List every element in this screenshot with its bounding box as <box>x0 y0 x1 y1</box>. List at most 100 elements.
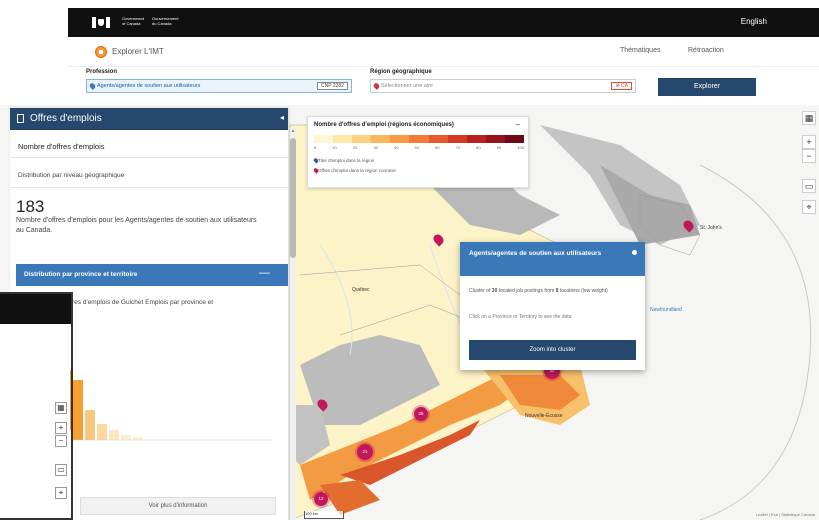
profession-input[interactable]: Agents/agentes de soutien aux utilisateu… <box>86 79 352 93</box>
layers-icon[interactable]: ▭ <box>802 179 816 193</box>
explore-button[interactable]: Explorer <box>658 78 756 96</box>
province-distribution-text: res d'emplois de Guichet Emplois par pro… <box>72 299 214 306</box>
legend-row-region: Titre d'emploi dans la région <box>312 157 375 164</box>
legend-swatch <box>371 135 391 143</box>
collapse-panel-icon[interactable]: ◂ <box>280 113 284 122</box>
search-bar: Profession Agents/agentes de soutien aux… <box>68 67 819 105</box>
zoom-cluster-button[interactable]: Zoom into cluster <box>469 340 636 360</box>
section-distribution-title[interactable]: Distribution par niveau géographique <box>10 164 288 188</box>
panel-title: Offres d'emplois <box>30 113 102 124</box>
popup-header: Agents/agentes de soutien aux utilisateu… <box>460 242 645 276</box>
legend-tick: 90 <box>496 145 502 150</box>
language-toggle-link[interactable]: English <box>741 17 767 26</box>
zoom-in-button[interactable]: + <box>55 422 67 434</box>
legend-tick: 50 <box>414 145 419 150</box>
legend-swatch <box>409 135 429 143</box>
region-input[interactable]: Sélectionner une aire ⊗ CA <box>370 79 636 93</box>
zoom-out-button[interactable]: − <box>802 149 816 163</box>
inset-screenshot: ▦ + − ▭ ⌖ <box>0 292 73 520</box>
panel-header: Offres d'emplois ◂ <box>10 108 288 130</box>
job-count-description: Nombre d'offres d'emplois pour les Agent… <box>16 217 257 234</box>
map-scale: 100 km <box>304 511 344 519</box>
legend-tick: 40 <box>393 145 399 150</box>
map-label-st-johns: St. John's <box>700 225 722 231</box>
chart-bar <box>109 430 119 440</box>
locate-icon[interactable]: ⌖ <box>802 200 816 214</box>
popup-hint: Click on a Province or Territory to see … <box>469 314 572 320</box>
government-bar: Government of Canada Gouvernement du Canad… <box>68 8 819 37</box>
legend-swatch <box>447 135 467 143</box>
legend-collapse-button[interactable]: – <box>516 120 520 129</box>
nav-thematiques[interactable]: Thématiques <box>620 47 660 54</box>
legend-tick: 60 <box>435 145 440 150</box>
canada-flag-icon <box>92 17 110 28</box>
legend-tick: 30 <box>373 145 378 150</box>
legend-swatch <box>428 135 448 143</box>
legend-swatch <box>390 135 410 143</box>
see-more-button[interactable]: Voir plus d'information <box>80 497 276 515</box>
popup-title: Agents/agentes de soutien aux utilisateu… <box>469 250 602 257</box>
locate-icon[interactable]: ⌖ <box>55 487 67 499</box>
map-legend: Nombre d'offres d'emploi (régions économ… <box>307 116 529 188</box>
gov-wordmark-en: Government of Canada <box>122 16 145 26</box>
app-header: Explorer L'IMT Thématiques Rétroaction <box>68 37 819 67</box>
profession-label: Profession <box>86 69 118 75</box>
chart-bar <box>85 410 95 440</box>
popup-body: Cluster of 30 located job postings from … <box>469 288 608 294</box>
province-distribution-title: Distribution par province et territoire <box>24 271 138 278</box>
legend-swatch <box>504 135 525 143</box>
brand-title[interactable]: Explorer L'IMT <box>112 47 164 56</box>
legend-swatch <box>485 135 505 143</box>
chart-bar <box>133 437 143 440</box>
region-placeholder: Sélectionner une aire <box>381 83 433 89</box>
map-cluster-marker[interactable]: 12 <box>312 490 330 508</box>
chart-bar <box>73 380 83 440</box>
layers-icon[interactable]: ▭ <box>55 464 67 476</box>
legend-row-related-label: Offres d'emploi dans la région connexe <box>318 168 396 173</box>
map-cluster-marker[interactable]: 21 <box>355 442 375 462</box>
cluster-popup: Agents/agentes de soutien aux utilisateu… <box>460 242 645 370</box>
map-label-quebec: Québec <box>352 287 370 293</box>
chart-bar <box>121 435 131 440</box>
legend-tick: 70 <box>455 145 461 150</box>
job-count-number: 183 <box>16 197 45 216</box>
brand-logo-icon <box>95 46 107 58</box>
legend-swatch <box>314 135 334 143</box>
legend-ticks: 0 10 20 30 40 50 60 70 80 90 100 <box>314 145 524 150</box>
panel-scrollbar-thumb[interactable] <box>290 138 296 258</box>
legend-tick: 100 <box>517 145 524 150</box>
scroll-up-icon[interactable]: ▲ <box>290 128 296 134</box>
legend-row-region-label: Titre d'emploi dans la région <box>318 158 375 163</box>
legend-swatch <box>352 135 372 143</box>
location-pin-icon <box>372 82 381 90</box>
province-distribution-header[interactable]: Distribution par province et territoire … <box>16 264 288 286</box>
zoom-out-button[interactable]: − <box>55 435 67 447</box>
region-clear-chip[interactable]: ⊗ CA <box>611 82 632 90</box>
legend-swatch <box>333 135 353 143</box>
legend-tick: 10 <box>332 145 337 150</box>
legend-swatch <box>466 135 486 143</box>
document-icon <box>17 114 24 123</box>
nav-retroaction[interactable]: Rétroaction <box>688 47 724 54</box>
province-bar-chart <box>73 380 273 441</box>
person-icon <box>88 82 97 90</box>
legend-color-ramp <box>314 135 525 143</box>
gov-wordmark-fr: Gouvernement du Canada <box>152 16 179 26</box>
close-icon[interactable] <box>632 250 637 255</box>
collapse-toggle-icon[interactable]: — <box>259 267 270 279</box>
table-view-icon[interactable]: ▦ <box>55 402 67 414</box>
legend-tick: 0 <box>314 145 317 150</box>
inset-header <box>0 294 71 324</box>
profession-value: Agents/agentes de soutien aux utilisateu… <box>97 83 201 89</box>
section-job-count-title: Nombre d'offres d'emplois <box>10 136 288 158</box>
zoom-in-button[interactable]: + <box>802 135 816 149</box>
profession-code-chip[interactable]: CNP 2282 <box>317 82 348 90</box>
legend-title: Nombre d'offres d'emploi (régions économ… <box>314 122 454 128</box>
map-attribution[interactable]: Leaflet | Esri | Statistique Canada <box>756 512 815 517</box>
map-label-nova-scotia: Nouvelle-Écosse <box>525 413 563 419</box>
table-view-icon[interactable]: ▦ <box>802 111 816 125</box>
legend-tick: 80 <box>476 145 481 150</box>
chart-bar <box>97 424 107 440</box>
legend-row-related: Offres d'emploi dans la région connexe <box>312 167 396 174</box>
map-cluster-marker[interactable]: 25 <box>412 405 430 423</box>
